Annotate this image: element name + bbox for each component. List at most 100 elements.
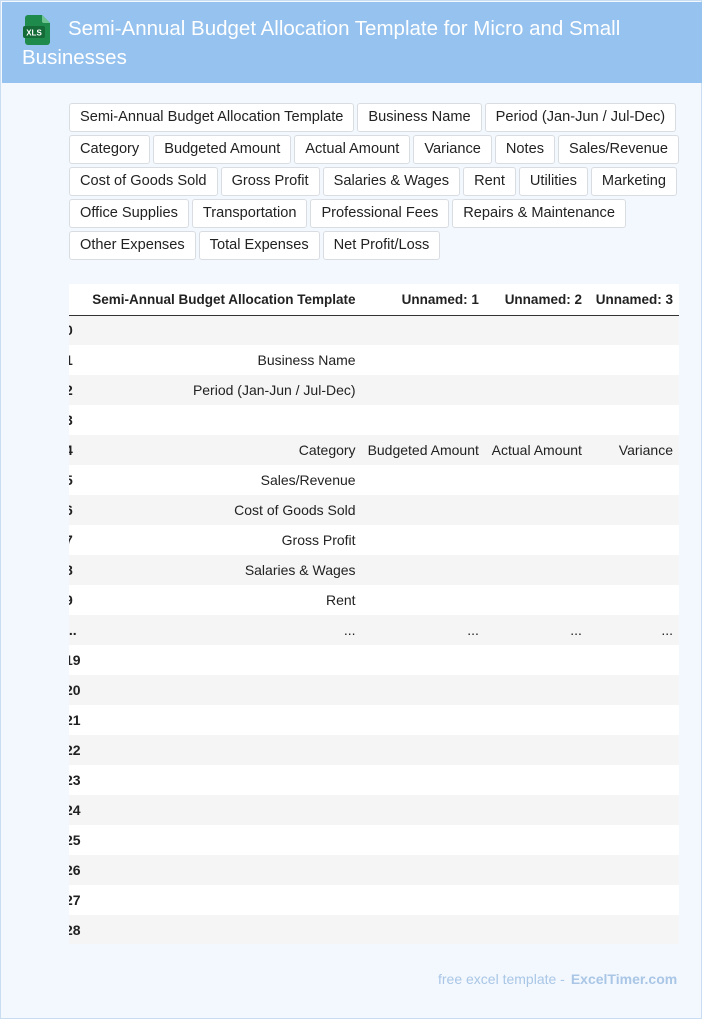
- tag-item[interactable]: Cost of Goods Sold: [69, 167, 218, 196]
- table-cell: [484, 915, 588, 944]
- table-cell: [484, 675, 588, 705]
- row-index-cell: 3: [69, 405, 81, 435]
- data-table: Semi-Annual Budget Allocation Template Un…: [69, 284, 679, 944]
- row-index-cell: 6: [69, 495, 81, 525]
- table-cell: [81, 705, 362, 735]
- table-cell: Period (Jan-Jun / Jul-Dec): [80, 375, 362, 405]
- table-cell: [361, 795, 485, 825]
- table-row: 19: [69, 645, 679, 675]
- table-cell: [81, 405, 362, 435]
- tag-item[interactable]: Total Expenses: [198, 231, 320, 260]
- tag-item[interactable]: Utilities: [518, 167, 588, 196]
- tag-item[interactable]: Salaries & Wages: [322, 167, 461, 196]
- row-index-cell: 20: [69, 675, 81, 705]
- tag-item[interactable]: Net Profit/Loss: [322, 231, 441, 260]
- table-cell: [362, 525, 485, 555]
- table-row: 2Period (Jan-Jun / Jul-Dec): [69, 375, 679, 405]
- table-cell: [588, 705, 679, 735]
- tag-item[interactable]: Variance: [413, 135, 492, 164]
- table-cell: [362, 645, 485, 675]
- table-cell: [361, 675, 485, 705]
- tag-item[interactable]: Semi-Annual Budget Allocation Template: [69, 103, 355, 132]
- table-row: ...............: [69, 615, 679, 645]
- footer-prefix: free excel template -: [438, 971, 565, 987]
- table-cell: [587, 315, 679, 345]
- row-index-cell: 19: [69, 652, 81, 668]
- tag-item[interactable]: Gross Profit: [220, 167, 320, 196]
- table-cell: [587, 555, 679, 585]
- footer-brand-link[interactable]: ExcelTimer.com: [571, 971, 677, 987]
- index-header-cell: [69, 284, 81, 316]
- tag-item[interactable]: Business Name: [357, 103, 482, 132]
- table-cell: [485, 585, 588, 615]
- row-index-cell: 7: [69, 525, 81, 555]
- table-row: 23: [69, 765, 679, 795]
- table-cell: [588, 405, 679, 435]
- row-index-cell: 25: [69, 832, 81, 848]
- table-cell: ...: [484, 615, 588, 645]
- tag-item[interactable]: Repairs & Maintenance: [452, 199, 626, 228]
- table-cell: [362, 705, 485, 735]
- row-index-cell: 27: [69, 892, 81, 908]
- table-cell: [361, 315, 485, 345]
- data-table-container[interactable]: Semi-Annual Budget Allocation Template Un…: [69, 284, 679, 944]
- table-cell: [485, 525, 588, 555]
- tag-item[interactable]: Period (Jan-Jun / Jul-Dec): [484, 103, 677, 132]
- table-cell: Business Name: [257, 352, 356, 368]
- column-header-cell: Semi-Annual Budget Allocation Template: [80, 284, 362, 316]
- table-cell: [587, 915, 679, 944]
- tag-item[interactable]: Sales/Revenue: [558, 135, 679, 164]
- table-cell: [588, 825, 679, 855]
- row-index-cell: 22: [69, 735, 81, 765]
- table-row: 25: [69, 825, 679, 855]
- row-index-cell: 1: [69, 345, 81, 375]
- tag-item[interactable]: Budgeted Amount: [153, 135, 292, 164]
- table-cell: [484, 495, 588, 525]
- table-row: 22: [69, 735, 679, 765]
- table-cell: [81, 885, 362, 915]
- table-row: 9 Rent: [69, 585, 679, 615]
- table-row: 21: [69, 705, 679, 735]
- page-title: Semi-Annual Budget Allocation Template f…: [22, 17, 621, 69]
- table-row: 5 Sales/Revenue: [69, 465, 679, 495]
- row-index-cell: 9: [69, 585, 81, 615]
- table-cell: [362, 885, 485, 915]
- page-frame: XLS Semi-Annual Budget Allocation Templa…: [0, 0, 702, 1019]
- table-header-row: Semi-Annual Budget Allocation Template Un…: [69, 284, 679, 316]
- tag-item[interactable]: Other Expenses: [69, 231, 196, 260]
- table-cell: [361, 915, 485, 944]
- tag-item[interactable]: Marketing: [590, 167, 677, 196]
- row-index-cell: ...: [69, 615, 81, 645]
- table-cell: [588, 645, 679, 675]
- table-cell: [588, 345, 679, 375]
- table-row: 28: [69, 915, 679, 944]
- tag-item[interactable]: Rent: [463, 167, 516, 196]
- table-cell: ...: [587, 615, 679, 645]
- table-cell: Category: [80, 435, 362, 465]
- table-cell: [362, 765, 485, 795]
- table-cell: [484, 315, 588, 345]
- row-index-cell: 8: [69, 555, 81, 585]
- tag-item[interactable]: Office Supplies: [69, 199, 189, 228]
- table-cell: [362, 345, 485, 375]
- table-row: 20: [69, 675, 679, 705]
- tag-item[interactable]: Transportation: [191, 199, 308, 228]
- table-cell: [81, 765, 362, 795]
- keyword-tags: Semi-Annual Budget Allocation Template Bu…: [69, 103, 693, 260]
- tag-item[interactable]: Actual Amount: [294, 135, 411, 164]
- tag-item[interactable]: Notes: [494, 135, 555, 164]
- table-cell: [81, 645, 362, 675]
- tag-item[interactable]: Category: [69, 135, 151, 164]
- tag-item[interactable]: Professional Fees: [310, 199, 450, 228]
- table-cell: [587, 855, 679, 885]
- table-row: 7 Gross Profit: [69, 525, 679, 555]
- table-cell: [362, 405, 485, 435]
- table-cell: [80, 735, 362, 765]
- table-row: 24: [69, 795, 679, 825]
- table-cell: [80, 675, 362, 705]
- table-cell: [361, 855, 485, 885]
- table-cell: [80, 315, 362, 345]
- table-cell: [361, 495, 485, 525]
- table-cell: Rent: [325, 592, 356, 608]
- column-header-cell: Unnamed: 1: [361, 284, 485, 316]
